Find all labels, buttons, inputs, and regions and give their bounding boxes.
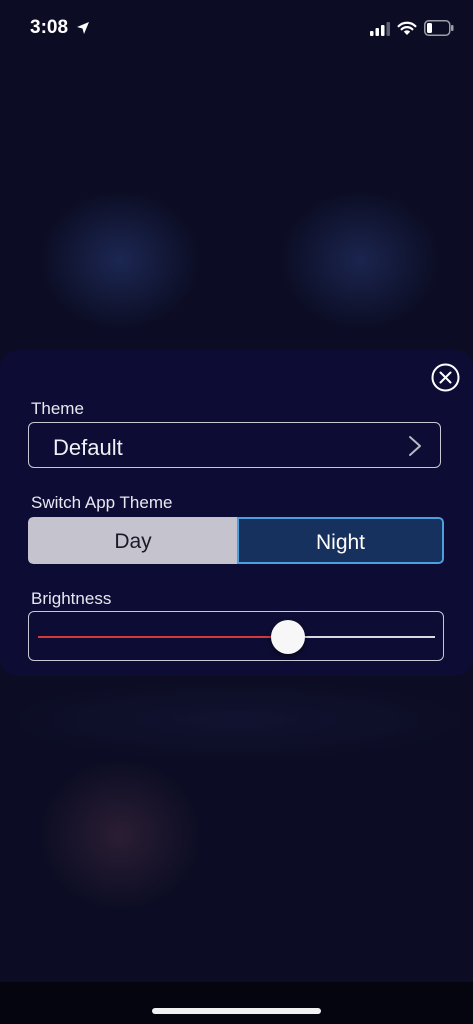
- brightness-label: Brightness: [31, 589, 112, 608]
- background-glow: [280, 190, 440, 330]
- brightness-slider-container: [28, 611, 444, 661]
- status-bar: 3:08: [0, 0, 473, 56]
- wifi-icon: [397, 21, 417, 35]
- status-time: 3:08: [30, 17, 69, 38]
- background-glow: [0, 680, 473, 760]
- brightness-slider-thumb[interactable]: [271, 620, 306, 654]
- theme-selected-value: Default: [53, 435, 123, 460]
- brightness-slider-track[interactable]: [38, 620, 435, 654]
- theme-segmented-control: Day Night: [28, 517, 444, 564]
- chevron-right-icon: [409, 436, 421, 456]
- background-glow: [40, 190, 200, 330]
- cellular-signal-icon: [370, 22, 390, 36]
- background-glow: [40, 760, 200, 910]
- bottom-bar: [0, 982, 473, 1024]
- theme-label: Theme: [31, 399, 84, 418]
- brightness-slider-fill: [38, 636, 289, 638]
- battery-icon: [424, 20, 454, 36]
- day-segment[interactable]: Day: [28, 517, 237, 564]
- home-indicator[interactable]: [152, 1008, 321, 1014]
- theme-select[interactable]: Default: [28, 422, 441, 468]
- location-arrow-icon: [77, 22, 89, 34]
- night-segment[interactable]: Night: [237, 517, 444, 564]
- close-circle-icon[interactable]: [431, 363, 460, 392]
- switch-app-theme-label: Switch App Theme: [31, 493, 173, 512]
